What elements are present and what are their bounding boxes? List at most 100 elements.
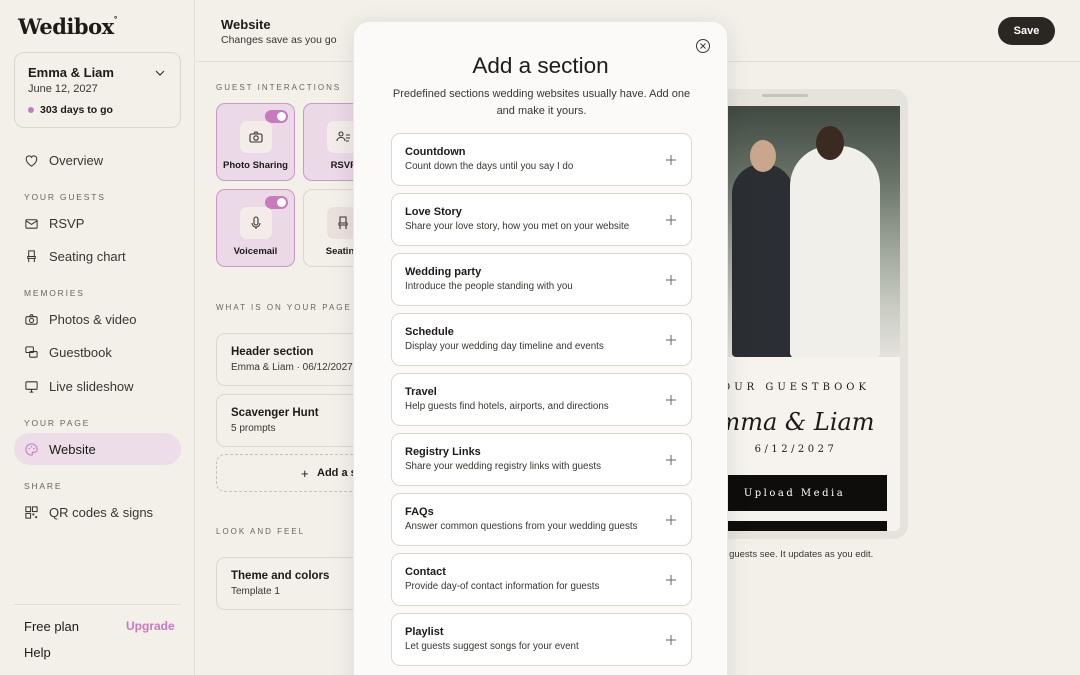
preview-caption: ur guests see. It updates as you edit. xyxy=(718,549,874,560)
page-subtitle: Changes save as you go xyxy=(221,34,337,46)
nav-section-guests: Your guests xyxy=(24,192,106,202)
card-title: Scavenger Hunt xyxy=(231,407,319,419)
section-option[interactable]: Schedule Display your wedding day timelin… xyxy=(391,313,692,366)
card-subtitle: Template 1 xyxy=(231,586,280,597)
tile-photo-sharing[interactable]: Photo Sharing xyxy=(216,103,295,181)
plus-icon[interactable] xyxy=(664,213,678,227)
couple-names: Emma & Liam xyxy=(28,65,114,80)
sidebar-item-overview[interactable]: Overview xyxy=(14,144,181,176)
qr-code-icon xyxy=(25,505,38,519)
option-description: Introduce the people standing with you xyxy=(405,281,573,292)
heart-icon xyxy=(25,154,38,167)
section-option[interactable]: Wedding party Introduce the people standi… xyxy=(391,253,692,306)
plus-icon[interactable] xyxy=(664,633,678,647)
section-label-on-page: What is on your page xyxy=(216,303,352,312)
close-button[interactable] xyxy=(696,39,710,53)
section-option[interactable]: Registry Links Share your wedding registr… xyxy=(391,433,692,486)
tile-label: Photo Sharing xyxy=(223,160,288,171)
sidebar-item-label: Website xyxy=(49,441,96,457)
card-title: Header section xyxy=(231,346,314,358)
sidebar-item-rsvp[interactable]: RSVP xyxy=(14,207,181,239)
section-option[interactable]: Contact Provide day-of contact informatio… xyxy=(391,553,692,606)
section-option[interactable]: Love Story Share your love story, how you… xyxy=(391,193,692,246)
section-option[interactable]: Playlist Let guests suggest songs for you… xyxy=(391,613,692,666)
option-title: Registry Links xyxy=(405,446,481,458)
help-link[interactable]: Help xyxy=(24,645,51,660)
chevron-down-icon[interactable] xyxy=(154,67,166,79)
sidebar: Wedibox° Emma & Liam June 12, 2027 303 d… xyxy=(0,0,195,675)
nav-section-memories: Memories xyxy=(24,288,85,298)
monitor-icon xyxy=(25,380,38,393)
logo[interactable]: Wedibox° xyxy=(18,14,118,39)
plus-icon[interactable] xyxy=(664,153,678,167)
add-section-modal: Add a section Predefined sections weddin… xyxy=(353,21,728,675)
sidebar-item-label: Seating chart xyxy=(49,248,126,264)
option-title: Contact xyxy=(405,566,446,578)
sidebar-item-photos[interactable]: Photos & video xyxy=(14,303,181,335)
option-description: Share your love story, how you met on yo… xyxy=(405,221,630,232)
upgrade-link[interactable]: Upgrade xyxy=(126,619,175,633)
option-title: FAQs xyxy=(405,506,434,518)
nav-section-share: Share xyxy=(24,481,63,491)
sidebar-item-slideshow[interactable]: Live slideshow xyxy=(14,370,181,402)
save-button[interactable]: Save xyxy=(998,17,1055,45)
option-description: Answer common questions from your weddin… xyxy=(405,521,638,532)
wedding-date: June 12, 2027 xyxy=(28,83,98,95)
option-description: Provide day-of contact information for g… xyxy=(405,581,600,592)
camera-icon xyxy=(240,121,272,153)
option-description: Let guests suggest songs for your event xyxy=(405,641,579,652)
plus-icon[interactable] xyxy=(664,573,678,587)
option-title: Countdown xyxy=(405,146,466,158)
envelope-icon xyxy=(25,218,38,229)
section-option[interactable]: Travel Help guests find hotels, airports,… xyxy=(391,373,692,426)
phone-notch xyxy=(762,94,808,97)
card-subtitle: Emma & Liam · 06/12/2027 xyxy=(231,362,353,373)
section-option[interactable]: Countdown Count down the days until you s… xyxy=(391,133,692,186)
close-icon xyxy=(700,43,706,49)
page-title: Website xyxy=(221,17,271,32)
status-dot xyxy=(28,107,34,113)
option-description: Count down the days until you say I do xyxy=(405,161,574,172)
option-description: Share your wedding registry links with g… xyxy=(405,461,602,472)
plus-icon[interactable] xyxy=(664,273,678,287)
plus-icon: + xyxy=(301,466,309,481)
section-option[interactable]: FAQs Answer common questions from your we… xyxy=(391,493,692,546)
option-title: Schedule xyxy=(405,326,454,338)
chair-icon xyxy=(27,249,36,262)
sidebar-item-guestbook[interactable]: Guestbook xyxy=(14,336,181,368)
add-section-label: Add a s xyxy=(317,467,357,479)
section-label-guest-interactions: Guest interactions xyxy=(216,83,342,92)
option-description: Display your wedding day timeline and ev… xyxy=(405,341,604,352)
couple-selector[interactable]: Emma & Liam June 12, 2027 303 days to go xyxy=(14,52,181,128)
sidebar-item-label: Overview xyxy=(49,152,104,168)
sidebar-divider xyxy=(14,604,181,605)
preview-couple-names: mma & Liam xyxy=(717,408,875,436)
website-preview: OUR GUESTBOOK mma & Liam 6/12/2027 Uploa… xyxy=(700,89,908,539)
sidebar-item-qr[interactable]: QR codes & signs xyxy=(14,496,181,528)
plus-icon[interactable] xyxy=(664,513,678,527)
guestbook-label: OUR GUESTBOOK xyxy=(722,382,870,393)
palette-icon xyxy=(25,442,38,456)
sidebar-item-label: Photos & video xyxy=(49,311,137,327)
sidebar-item-seating[interactable]: Seating chart xyxy=(14,240,181,272)
camera-icon xyxy=(25,313,38,325)
option-title: Travel xyxy=(405,386,437,398)
plus-icon[interactable] xyxy=(664,333,678,347)
tile-label: Voicemail xyxy=(233,246,278,257)
nav-section-page: Your page xyxy=(24,418,91,428)
chat-bubbles-icon xyxy=(25,345,38,358)
card-title: Theme and colors xyxy=(231,570,330,582)
upload-media-button[interactable]: Upload Media xyxy=(708,475,887,511)
option-title: Playlist xyxy=(405,626,444,638)
microphone-icon xyxy=(240,207,272,239)
plus-icon[interactable] xyxy=(664,453,678,467)
option-title: Wedding party xyxy=(405,266,482,278)
preview-date: 6/12/2027 xyxy=(754,444,838,455)
sidebar-item-label: Guestbook xyxy=(49,344,112,360)
plus-icon[interactable] xyxy=(664,393,678,407)
couple-photo xyxy=(708,106,900,357)
modal-title: Add a section xyxy=(472,53,609,78)
option-description: Help guests find hotels, airports, and d… xyxy=(405,401,609,412)
sidebar-item-website[interactable]: Website xyxy=(14,433,181,465)
tile-voicemail[interactable]: Voicemail xyxy=(216,189,295,267)
